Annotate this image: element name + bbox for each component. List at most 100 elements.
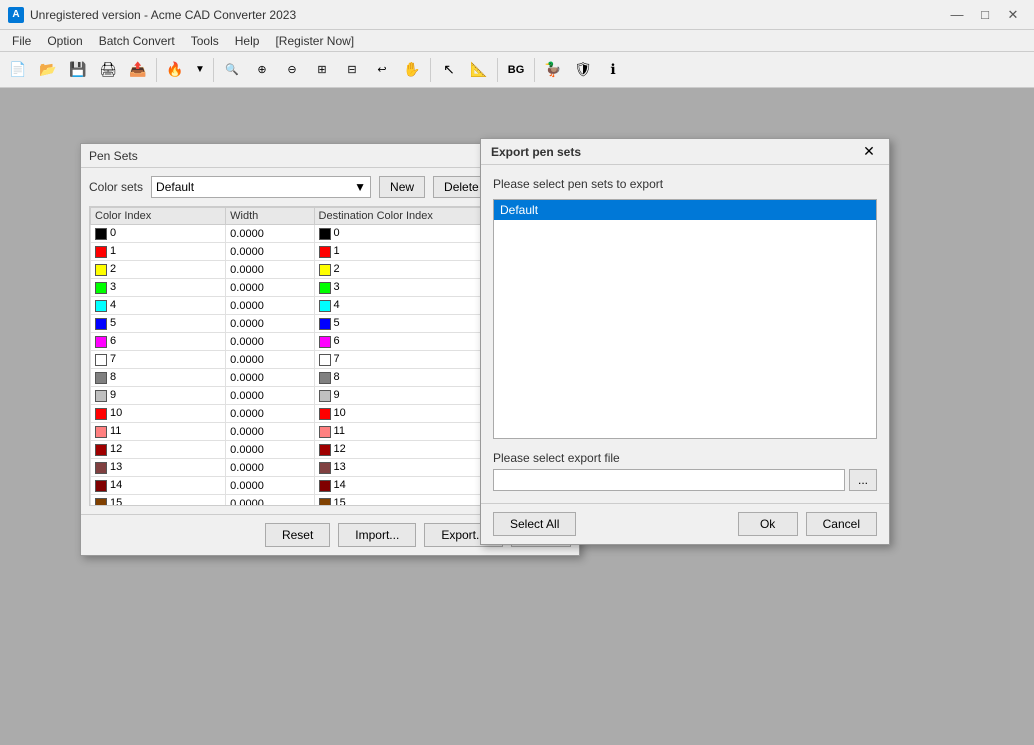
minimize-button[interactable]: — xyxy=(944,4,970,26)
sep3 xyxy=(430,58,431,82)
maximize-button[interactable]: □ xyxy=(972,4,998,26)
src-color-swatch xyxy=(95,444,107,456)
menu-tools[interactable]: Tools xyxy=(183,32,227,50)
dst-color-swatch xyxy=(319,336,331,348)
src-color-swatch xyxy=(95,318,107,330)
shield-button[interactable]: 🛡 xyxy=(569,56,597,84)
dst-color-swatch xyxy=(319,264,331,276)
menu-help[interactable]: Help xyxy=(227,32,268,50)
info-button[interactable]: ℹ xyxy=(599,56,627,84)
width-cell: 0.0000 xyxy=(226,405,314,423)
dst-color-swatch xyxy=(319,444,331,456)
export-ok-button[interactable]: Ok xyxy=(738,512,798,536)
export-cancel-button[interactable]: Cancel xyxy=(806,512,877,536)
width-cell: 0.0000 xyxy=(226,369,314,387)
title-bar-text: Unregistered version - Acme CAD Converte… xyxy=(30,8,944,22)
width-cell: 0.0000 xyxy=(226,243,314,261)
export-subtitle: Please select pen sets to export xyxy=(493,177,877,191)
export-close-button[interactable]: ✕ xyxy=(859,142,879,162)
src-color-cell: 13 xyxy=(91,459,226,477)
dst-color-swatch xyxy=(319,426,331,438)
width-cell: 0.0000 xyxy=(226,279,314,297)
zoom-in-button[interactable]: ⊕ xyxy=(248,56,276,84)
duck-button[interactable]: 🦆 xyxy=(539,56,567,84)
app-icon: A xyxy=(8,7,24,23)
export-footer-right: Ok Cancel xyxy=(738,512,877,536)
export-list-item-default[interactable]: Default xyxy=(494,200,876,220)
export-list[interactable]: Default xyxy=(493,199,877,439)
width-cell: 0.0000 xyxy=(226,495,314,507)
src-color-cell: 14 xyxy=(91,477,226,495)
sep4 xyxy=(497,58,498,82)
zoom-prev-button[interactable]: ↩ xyxy=(368,56,396,84)
dst-color-swatch xyxy=(319,246,331,258)
measure-button[interactable]: 📐 xyxy=(465,56,493,84)
app-close-button[interactable]: ✕ xyxy=(1000,4,1026,26)
new-color-set-button[interactable]: New xyxy=(379,176,425,198)
menu-batch-convert[interactable]: Batch Convert xyxy=(91,32,183,50)
width-cell: 0.0000 xyxy=(226,333,314,351)
dropdown-button[interactable]: ▼ xyxy=(191,56,209,84)
src-color-swatch xyxy=(95,282,107,294)
dst-color-swatch xyxy=(319,228,331,240)
menu-register[interactable]: [Register Now] xyxy=(267,32,362,50)
src-color-swatch xyxy=(95,228,107,240)
src-color-cell: 3 xyxy=(91,279,226,297)
src-color-swatch xyxy=(95,300,107,312)
width-cell: 0.0000 xyxy=(226,261,314,279)
export-toolbar-button[interactable]: 📤 xyxy=(124,56,152,84)
width-cell: 0.0000 xyxy=(226,477,314,495)
export-file-row: ... xyxy=(493,469,877,491)
width-cell: 0.0000 xyxy=(226,459,314,477)
reset-button[interactable]: Reset xyxy=(265,523,330,547)
zoom-window-button[interactable]: ⊞ xyxy=(308,56,336,84)
pan-button[interactable]: ✋ xyxy=(398,56,426,84)
src-color-swatch xyxy=(95,246,107,258)
main-area: Pen Sets ✕ Color sets Default ▼ New Dele… xyxy=(0,88,1034,745)
src-color-swatch xyxy=(95,426,107,438)
menu-bar: File Option Batch Convert Tools Help [Re… xyxy=(0,30,1034,52)
src-color-swatch xyxy=(95,408,107,420)
src-color-cell: 12 xyxy=(91,441,226,459)
src-color-cell: 9 xyxy=(91,387,226,405)
dst-color-swatch xyxy=(319,408,331,420)
dst-color-swatch xyxy=(319,300,331,312)
menu-file[interactable]: File xyxy=(4,32,39,50)
dst-color-swatch xyxy=(319,480,331,492)
src-color-cell: 0 xyxy=(91,225,226,243)
dst-color-swatch xyxy=(319,462,331,474)
open-button[interactable]: 📂 xyxy=(34,56,62,84)
flame-button[interactable]: 🔥 xyxy=(161,56,189,84)
zoom-full-button[interactable]: ⊟ xyxy=(338,56,366,84)
zoom-out-button[interactable]: ⊖ xyxy=(278,56,306,84)
export-browse-button[interactable]: ... xyxy=(849,469,877,491)
export-dialog-title-text: Export pen sets xyxy=(491,145,859,159)
select-button[interactable]: ↖ xyxy=(435,56,463,84)
src-color-cell: 5 xyxy=(91,315,226,333)
zoom-button[interactable]: 🔍 xyxy=(218,56,246,84)
src-color-cell: 8 xyxy=(91,369,226,387)
bg-button[interactable]: BG xyxy=(502,56,530,84)
print-button[interactable]: 🖨 xyxy=(94,56,122,84)
export-file-input[interactable] xyxy=(493,469,845,491)
src-color-cell: 4 xyxy=(91,297,226,315)
menu-option[interactable]: Option xyxy=(39,32,90,50)
select-all-button[interactable]: Select All xyxy=(493,512,576,536)
width-cell: 0.0000 xyxy=(226,351,314,369)
dst-color-swatch xyxy=(319,282,331,294)
new-button[interactable]: 📄 xyxy=(4,56,32,84)
title-bar: A Unregistered version - Acme CAD Conver… xyxy=(0,0,1034,30)
src-color-swatch xyxy=(95,390,107,402)
width-cell: 0.0000 xyxy=(226,315,314,333)
sep5 xyxy=(534,58,535,82)
color-sets-label: Color sets xyxy=(89,180,143,194)
src-color-cell: 15 xyxy=(91,495,226,507)
src-color-swatch xyxy=(95,498,107,506)
src-color-cell: 11 xyxy=(91,423,226,441)
save-button[interactable]: 💾 xyxy=(64,56,92,84)
import-button[interactable]: Import... xyxy=(338,523,416,547)
dst-color-swatch xyxy=(319,372,331,384)
color-sets-dropdown[interactable]: Default ▼ xyxy=(151,176,371,198)
src-color-cell: 10 xyxy=(91,405,226,423)
dst-color-swatch xyxy=(319,390,331,402)
